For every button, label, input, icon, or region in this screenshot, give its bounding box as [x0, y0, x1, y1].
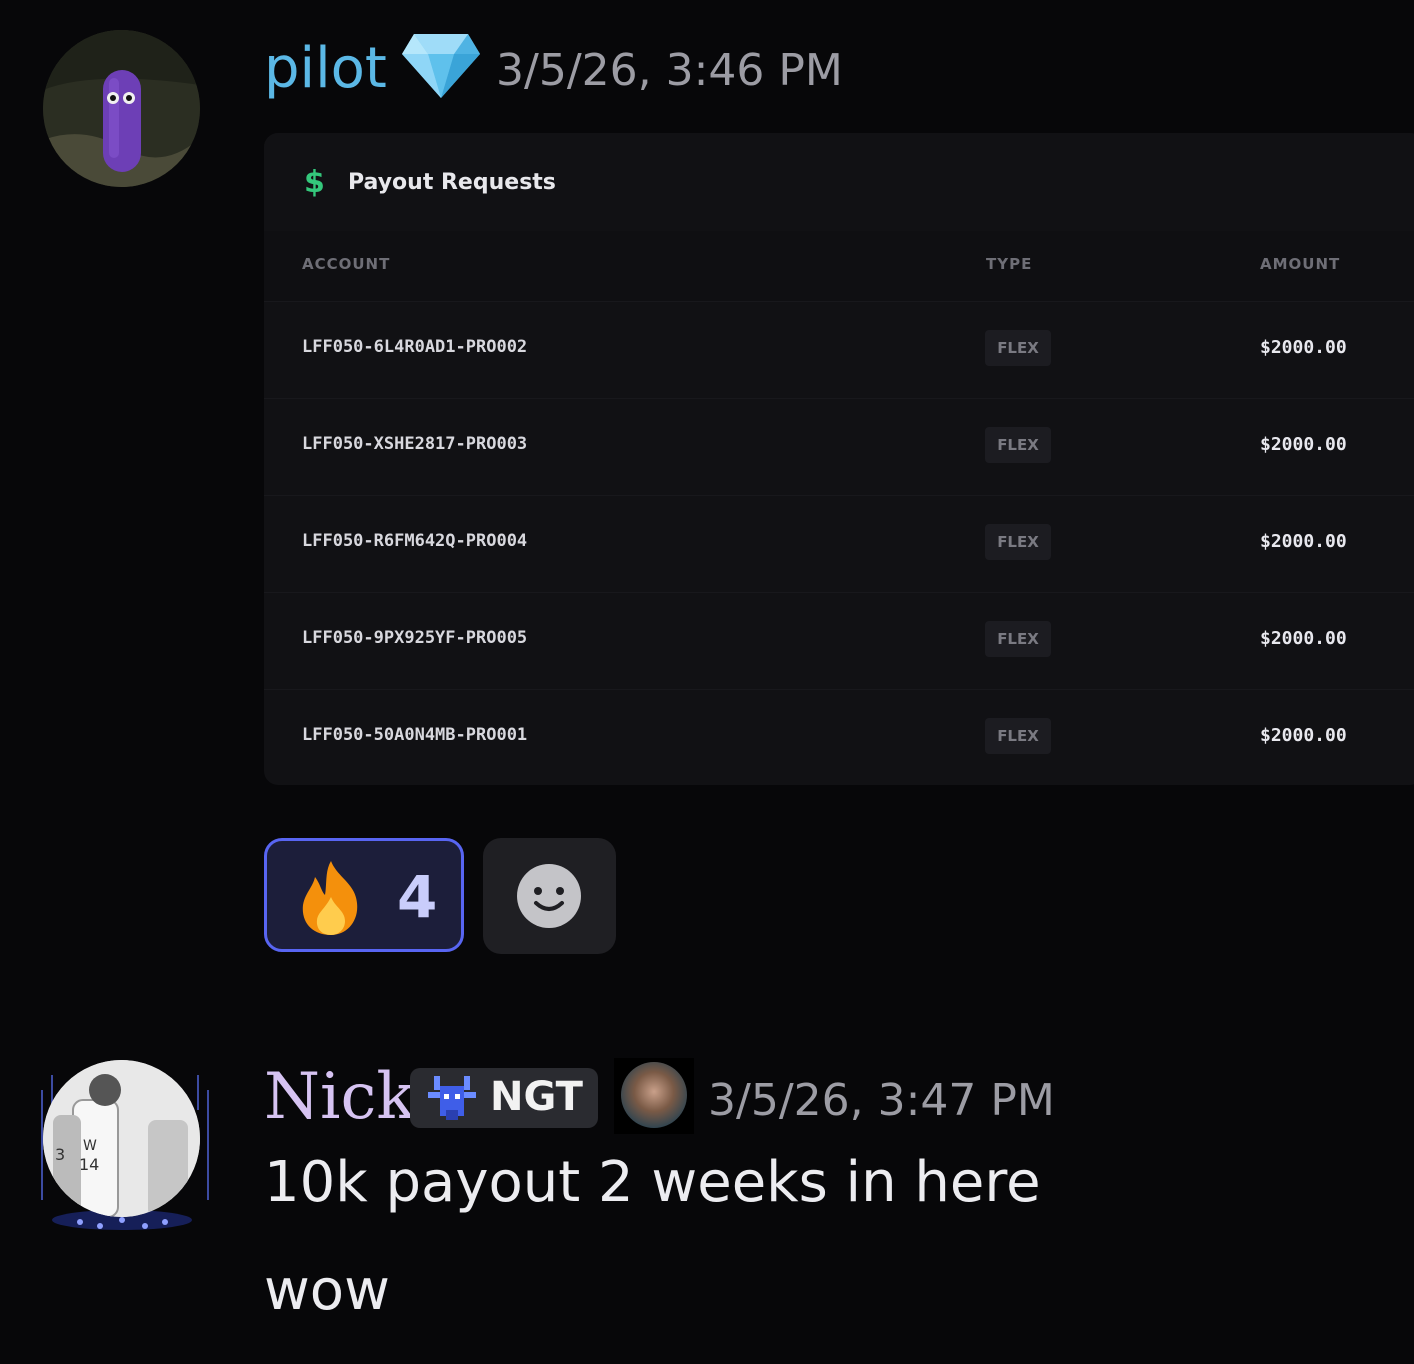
server-tag-label: NGT [490, 1074, 583, 1120]
type-badge: FLEX [985, 330, 1051, 366]
account-cell: LFF050-R6FM642Q-PRO004 [302, 531, 528, 551]
column-header-amount: AMOUNT [1260, 255, 1341, 273]
type-badge: FLEX [985, 718, 1051, 754]
account-cell: LFF050-6L4R0AD1-PRO002 [302, 337, 528, 357]
role-icon [614, 1058, 694, 1134]
message-timestamp[interactable]: 3/5/26, 3:47 PM [708, 1075, 1055, 1126]
account-cell: LFF050-XSHE2817-PRO003 [302, 434, 528, 454]
smile-icon [517, 864, 581, 928]
nick-avatar[interactable]: W 14 3 [40, 1050, 210, 1235]
account-cell: LFF050-50A0N4MB-PRO001 [302, 725, 528, 745]
amount-cell: $2000.00 [1260, 434, 1347, 455]
dollar-icon: $ [304, 165, 325, 200]
table-row: LFF050-9PX925YF-PRO005 FLEX $2000.00 [264, 592, 1414, 690]
svg-text:W: W [83, 1138, 97, 1154]
svg-text:14: 14 [79, 1155, 99, 1174]
type-badge: FLEX [985, 621, 1051, 657]
table-row: LFF050-XSHE2817-PRO003 FLEX $2000.00 [264, 398, 1414, 496]
card-title: Payout Requests [348, 170, 556, 195]
type-badge: FLEX [985, 427, 1051, 463]
message-timestamp[interactable]: 3/5/26, 3:46 PM [496, 45, 843, 96]
avatar-image [43, 30, 200, 187]
diamond-icon [402, 34, 480, 98]
table-row: LFF050-50A0N4MB-PRO001 FLEX $2000.00 [264, 689, 1414, 785]
table-header [264, 231, 1414, 302]
type-badge: FLEX [985, 524, 1051, 560]
card-header: $ Payout Requests [264, 133, 1414, 231]
amount-cell: $2000.00 [1260, 531, 1347, 552]
server-tag-badge[interactable]: NGT [410, 1068, 598, 1128]
account-cell: LFF050-9PX925YF-PRO005 [302, 628, 528, 648]
table-row: LFF050-6L4R0AD1-PRO002 FLEX $2000.00 [264, 301, 1414, 399]
table-row: LFF050-R6FM642Q-PRO004 FLEX $2000.00 [264, 495, 1414, 593]
column-header-type: TYPE [986, 255, 1033, 273]
svg-text:3: 3 [55, 1145, 65, 1164]
pilot-avatar[interactable] [43, 30, 200, 187]
payout-requests-image[interactable]: $ Payout Requests ACCOUNT TYPE AMOUNT LF… [264, 133, 1414, 785]
fire-icon [302, 861, 358, 935]
fire-reaction-button[interactable]: 4 [264, 838, 464, 952]
add-reaction-button[interactable] [483, 838, 616, 954]
goat-icon [428, 1076, 476, 1120]
column-header-account: ACCOUNT [302, 255, 391, 273]
amount-cell: $2000.00 [1260, 725, 1347, 746]
amount-cell: $2000.00 [1260, 337, 1347, 358]
author-name[interactable]: Nick [264, 1060, 415, 1134]
reaction-count: 4 [397, 863, 438, 931]
role-icon-image [621, 1062, 687, 1128]
message-text: wow [264, 1258, 390, 1323]
amount-cell: $2000.00 [1260, 628, 1347, 649]
author-name[interactable]: pilot [264, 36, 387, 101]
avatar-image: W 14 3 [43, 1060, 200, 1217]
message-text: 10k payout 2 weeks in here [264, 1150, 1041, 1215]
